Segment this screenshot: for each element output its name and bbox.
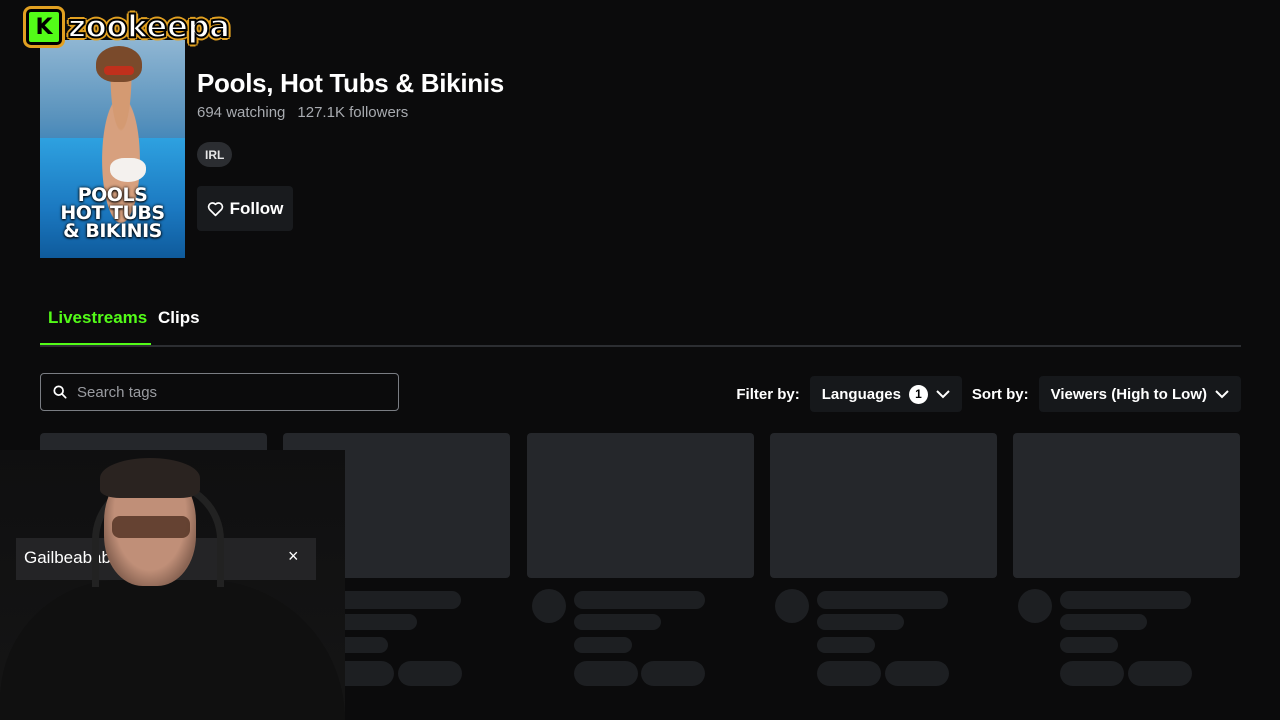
search-icon bbox=[53, 385, 67, 399]
logo-text: zookeepa bbox=[67, 8, 231, 46]
skeleton-avatar bbox=[532, 589, 566, 623]
stream-card-placeholder[interactable] bbox=[1013, 433, 1240, 578]
stream-card-placeholder[interactable] bbox=[527, 433, 754, 578]
skeleton-line bbox=[817, 614, 904, 630]
active-tab-underline bbox=[40, 343, 151, 345]
stream-card-placeholder[interactable] bbox=[770, 433, 997, 578]
skeleton-tag bbox=[817, 661, 881, 686]
skeleton-line bbox=[1060, 637, 1118, 653]
category-stats: 694 watching 127.1K followers bbox=[197, 104, 408, 121]
skeleton-avatar bbox=[1018, 589, 1052, 623]
languages-label: Languages bbox=[821, 385, 901, 403]
skeleton-line bbox=[330, 591, 461, 609]
skeleton-line bbox=[817, 591, 948, 609]
tab-bar: Livestreams Clips bbox=[40, 300, 1241, 347]
skeleton-line bbox=[574, 591, 705, 609]
category-tag[interactable]: IRL bbox=[197, 142, 233, 167]
heart-icon bbox=[207, 201, 223, 216]
skeleton-tag bbox=[1060, 661, 1124, 686]
search-tags-input[interactable] bbox=[75, 382, 379, 402]
watching-count: 694 watching bbox=[197, 104, 286, 121]
skeleton-tag bbox=[641, 661, 705, 686]
sort-dropdown[interactable]: Viewers (High to Low) bbox=[1038, 376, 1241, 412]
filter-sort-bar: Filter by: Languages 1 Sort by: Viewers … bbox=[736, 376, 1241, 412]
skeleton-line bbox=[574, 614, 661, 630]
skeleton-tag bbox=[1128, 661, 1192, 686]
cover-bikini bbox=[110, 158, 146, 182]
streamer-hair bbox=[100, 458, 200, 498]
filter-by-label: Filter by: bbox=[736, 385, 800, 403]
skeleton-avatar bbox=[775, 589, 809, 623]
sort-value: Viewers (High to Low) bbox=[1050, 385, 1207, 403]
cover-title: POOLS HOT TUBS & BIKINIS bbox=[40, 186, 185, 242]
skeleton-line bbox=[817, 637, 875, 653]
sort-by-label: Sort by: bbox=[971, 385, 1029, 403]
skeleton-tag bbox=[398, 661, 462, 686]
skeleton-tag bbox=[574, 661, 638, 686]
cover-title-line-3: & BIKINIS bbox=[63, 220, 162, 242]
channel-logo: K zookeepa bbox=[22, 6, 260, 48]
category-cover-image: POOLS HOT TUBS & BIKINIS bbox=[40, 40, 185, 258]
cover-sunglasses bbox=[104, 66, 134, 75]
skeleton-line bbox=[1060, 591, 1191, 609]
webcam-overlay: Gailbeababe × bbox=[0, 450, 345, 720]
streamer-body bbox=[0, 580, 345, 720]
cover-hair bbox=[96, 46, 142, 82]
follow-label: Follow bbox=[229, 198, 284, 218]
skeleton-tag bbox=[885, 661, 949, 686]
skeleton-line bbox=[1060, 614, 1147, 630]
tab-livestreams[interactable]: Livestreams bbox=[48, 308, 147, 328]
close-icon[interactable]: × bbox=[288, 546, 299, 567]
chevron-down-icon bbox=[1215, 389, 1229, 398]
skeleton-line bbox=[574, 637, 632, 653]
search-tags-box[interactable] bbox=[40, 373, 399, 411]
follow-button[interactable]: Follow bbox=[197, 186, 293, 231]
languages-dropdown[interactable]: Languages 1 bbox=[809, 376, 962, 412]
kick-logo-icon: K bbox=[26, 9, 62, 45]
languages-count-badge: 1 bbox=[908, 384, 928, 404]
category-title: Pools, Hot Tubs & Bikinis bbox=[197, 68, 504, 98]
tab-clips[interactable]: Clips bbox=[158, 308, 200, 328]
chevron-down-icon bbox=[936, 389, 950, 398]
followers-count: 127.1K followers bbox=[297, 104, 409, 121]
streamer-sunglasses bbox=[112, 516, 190, 538]
